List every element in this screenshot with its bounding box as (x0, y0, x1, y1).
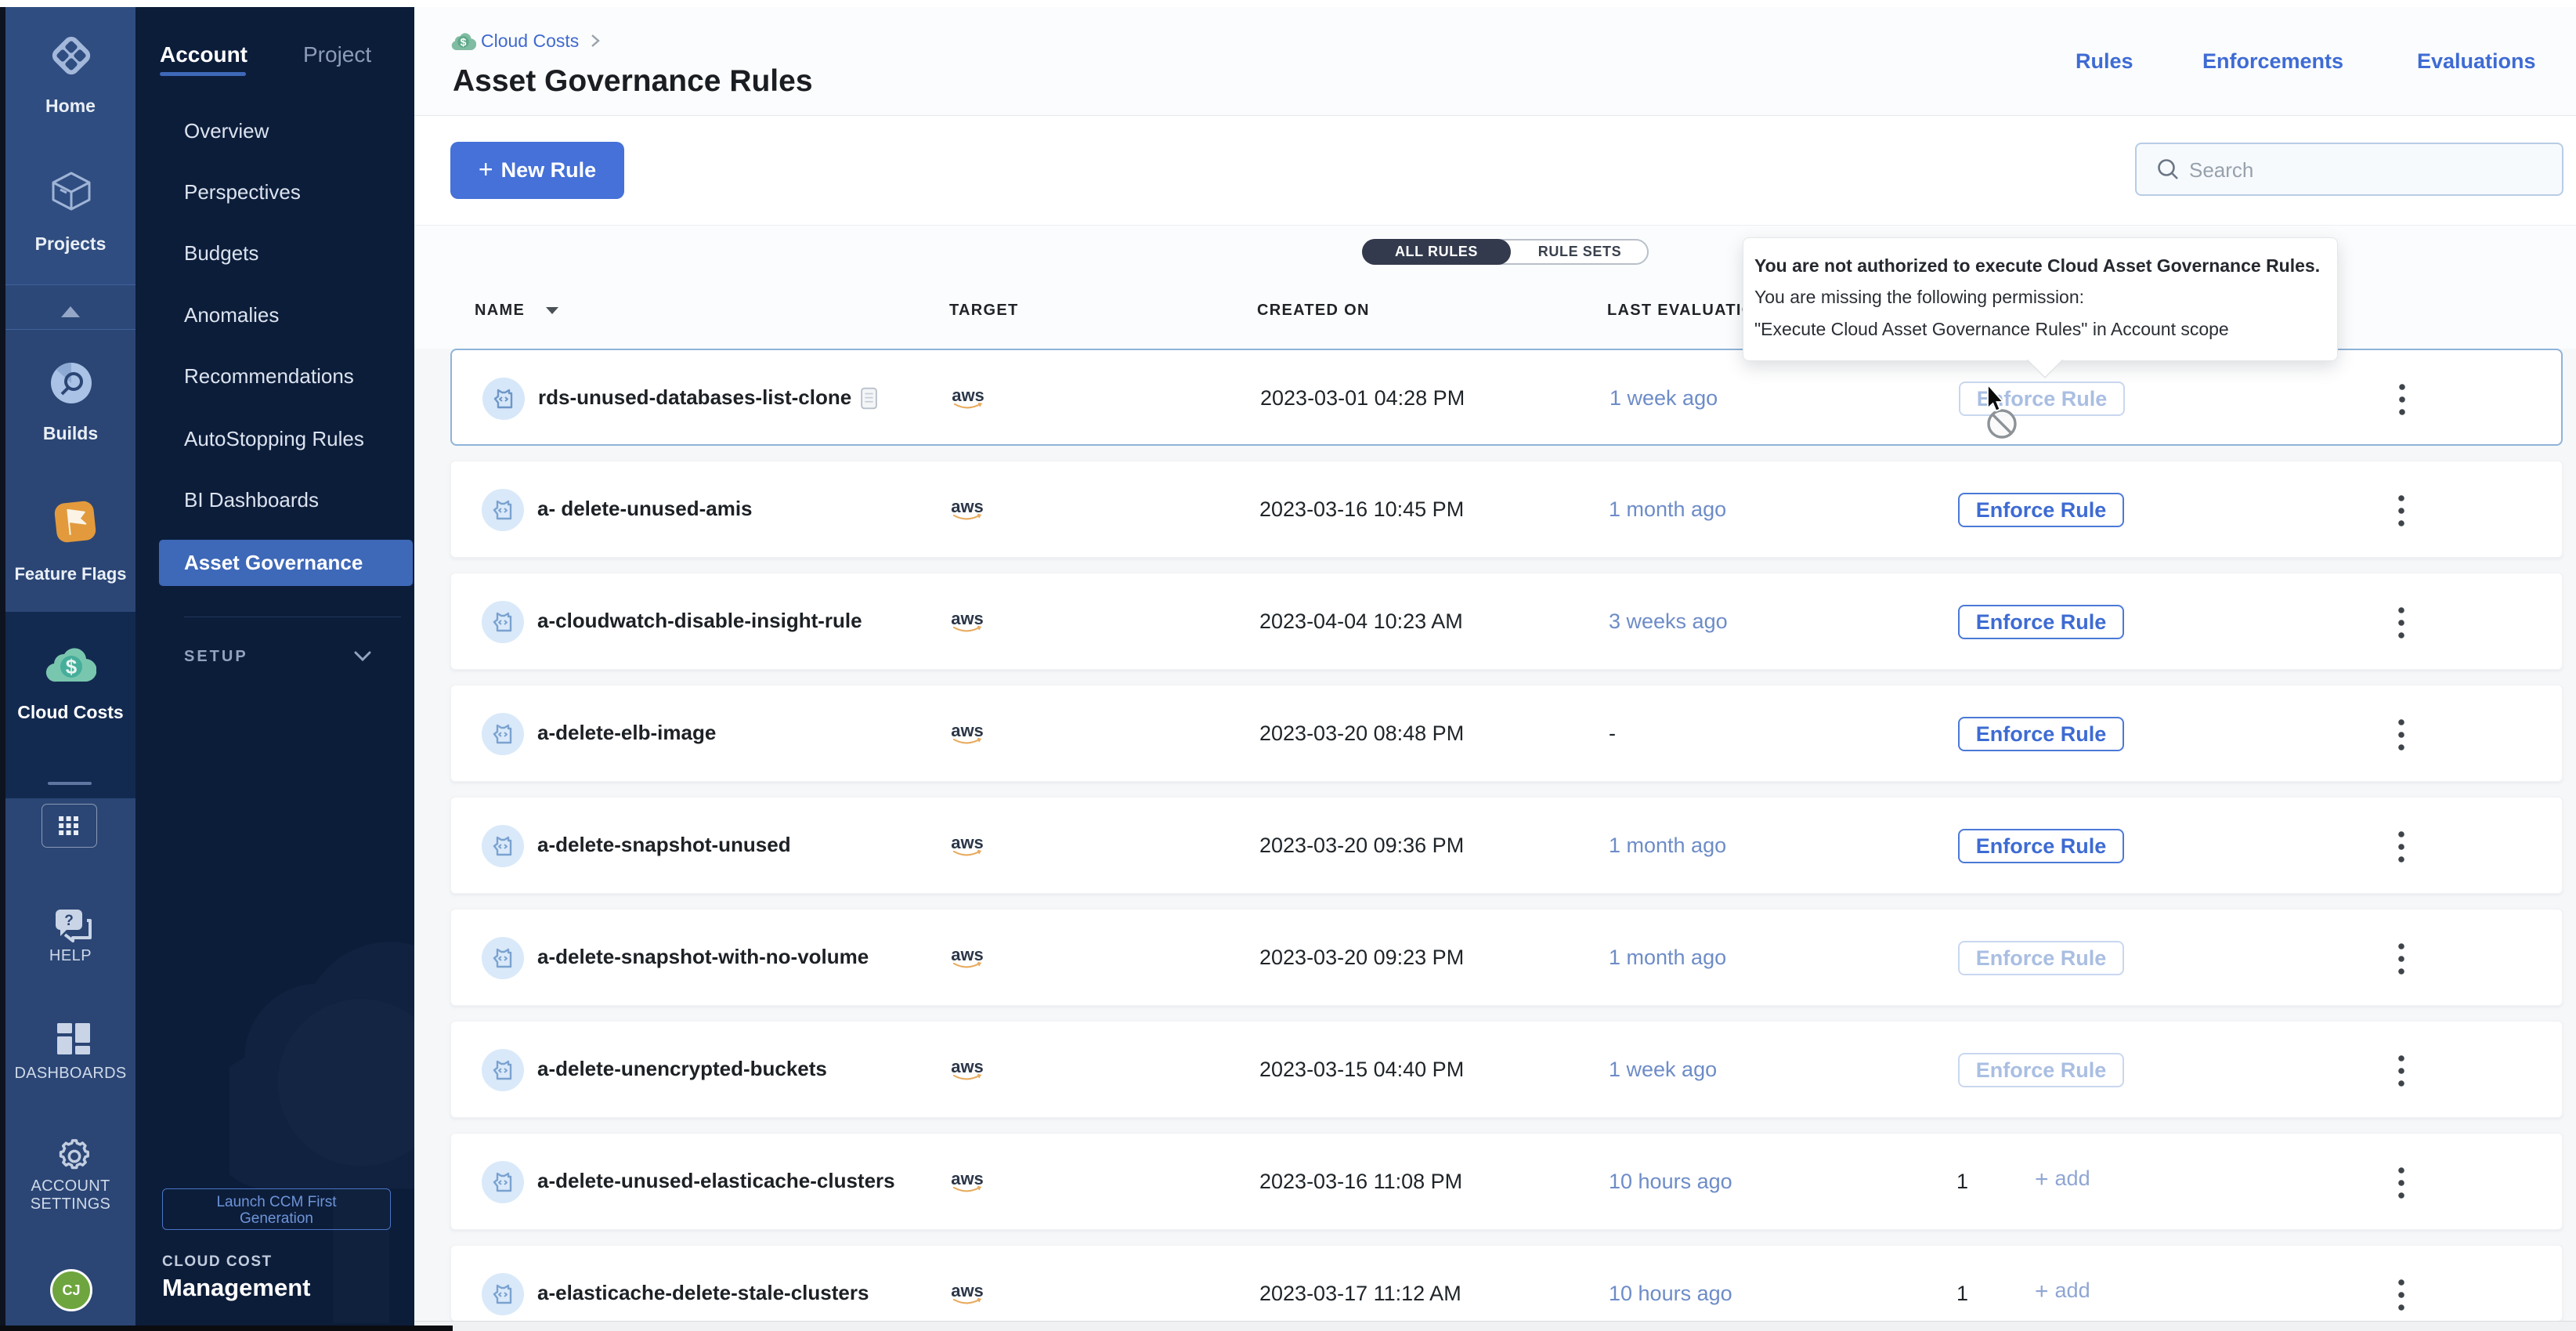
svg-text:?: ? (64, 913, 74, 929)
svg-text:aws: aws (951, 1058, 984, 1076)
svg-text:aws: aws (951, 834, 984, 852)
svg-text:aws: aws (951, 722, 984, 740)
svg-text:aws: aws (951, 497, 984, 516)
svg-text:aws: aws (951, 1282, 984, 1300)
svg-text:aws: aws (951, 1170, 984, 1188)
svg-text:$: $ (461, 36, 467, 49)
svg-text:aws: aws (951, 609, 984, 628)
svg-text:aws: aws (951, 946, 984, 964)
svg-text:$: $ (66, 655, 78, 678)
svg-text:aws: aws (952, 386, 985, 405)
